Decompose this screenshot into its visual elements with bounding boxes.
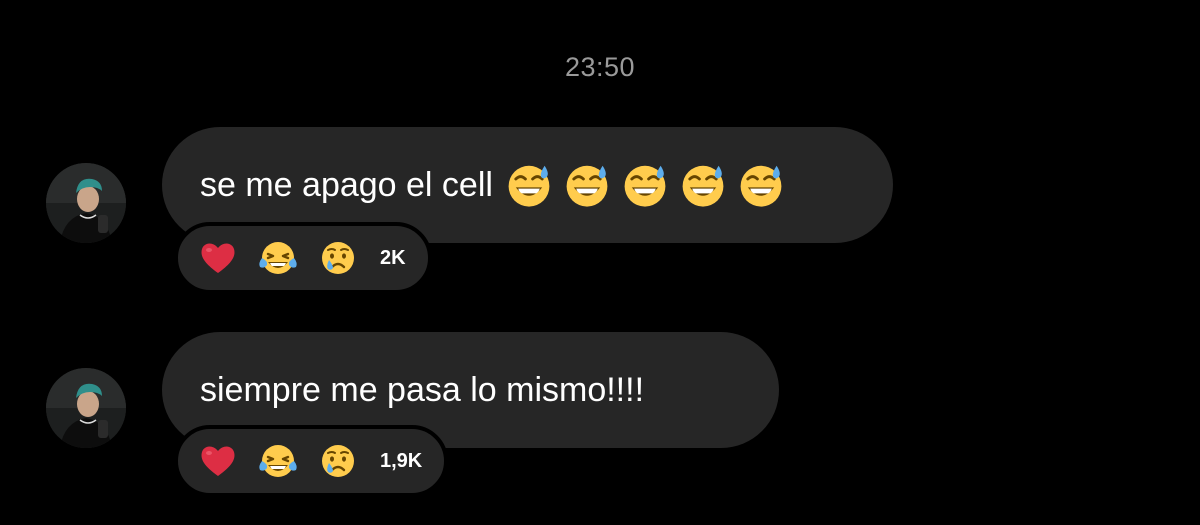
crying-face-icon [318, 238, 358, 278]
reaction-count: 2K [380, 246, 406, 269]
message-text: se me apago el cell [200, 165, 493, 204]
reaction-count: 1,9K [380, 449, 423, 472]
red-heart-icon [198, 441, 238, 481]
red-heart-icon [198, 238, 238, 278]
grinning-sweat-emoji-icon [679, 161, 727, 209]
reactions-pill[interactable]: 1,9K [174, 425, 449, 497]
tears-of-joy-icon [258, 238, 298, 278]
chat-timestamp: 23:50 [564, 52, 636, 82]
tears-of-joy-icon [258, 441, 298, 481]
grinning-sweat-emoji-icon [563, 161, 611, 209]
avatar-image [46, 163, 126, 243]
message-emojis [505, 161, 785, 209]
message-text: siempre me pasa lo mismo!!!! [200, 370, 645, 409]
grinning-sweat-emoji-icon [621, 161, 669, 209]
avatar[interactable] [46, 163, 126, 243]
grinning-sweat-emoji-icon [505, 161, 553, 209]
avatar[interactable] [46, 368, 126, 448]
crying-face-icon [318, 441, 358, 481]
grinning-sweat-emoji-icon [737, 161, 785, 209]
reactions-pill[interactable]: 2K [174, 222, 432, 294]
avatar-image [46, 368, 126, 448]
